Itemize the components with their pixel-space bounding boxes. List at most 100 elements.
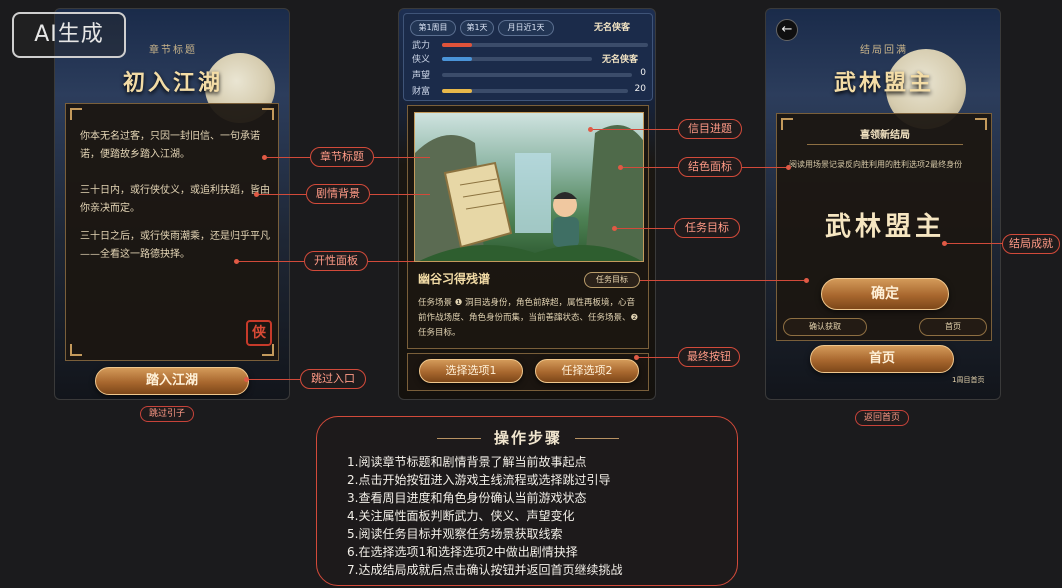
callout-ending-achievement: 结局成就 [1002, 234, 1060, 254]
scene-title: 幽谷习得残谱 [418, 272, 491, 286]
leader-line [614, 228, 674, 229]
scene-art [415, 125, 643, 261]
story-panel: 你本无名过客，只因一封旧信、一句承诺诺，便踏故乡踏入江湖。 三十日内，或行侠仗义… [65, 103, 279, 361]
round-home-label: 1周目首页 [952, 376, 985, 384]
stat-bar-reputation [442, 73, 632, 77]
leader-dot [634, 355, 639, 360]
status-header: 第1周目 第1天 月日近1天 无名侠客 武力 侠义 无名侠客 声望 0 财富 2… [403, 13, 653, 101]
corner-ornament [262, 108, 274, 120]
callout-story-background: 剧情背景 [306, 184, 370, 204]
leader-line [944, 243, 1004, 244]
leader-line [636, 357, 678, 358]
step-item-4: 4.关注属性面板判断武力、侠义、声望变化 [347, 509, 575, 523]
stat-fill-force [442, 43, 472, 47]
steps-title-rule-right [575, 438, 619, 439]
story-paragraph-1: 你本无名过客，只因一封旧信、一句承诺诺，便踏故乡踏入江湖。 [80, 131, 260, 160]
stat-value-chivalry: 无名侠客 [602, 55, 639, 65]
skip-intro-label[interactable]: 跳过引子 [140, 406, 194, 422]
step-item-3: 3.查看周目进度和角色身份确认当前游戏状态 [347, 491, 587, 505]
leader-dot [262, 155, 267, 160]
leader-dot [612, 226, 617, 231]
start-button[interactable]: 踏入江湖 [95, 367, 249, 395]
story-paragraph-3: 三十日之后，或行侠雨潮乘，还是归乎平凡——全看这一路德抉择。 [80, 231, 270, 260]
step-item-7: 7.达成结局成就后点击确认按钮并返回首页继续挑战 [347, 563, 623, 577]
callout-skip-entry: 跳过入口 [300, 369, 366, 389]
corner-ornament [70, 344, 82, 356]
scene-illustration [414, 112, 644, 262]
ai-generated-watermark: AI生成 [12, 12, 126, 58]
task-target-badge[interactable]: 任务目标 [584, 272, 640, 288]
choice-2-button[interactable]: 任择选项2 [535, 359, 639, 383]
stat-value-wealth: 20 [634, 84, 646, 94]
leader-line [374, 157, 430, 158]
steps-list: 1.阅读章节标题和剧情背景了解当前故事起点 2.点击开始按钮进入游戏主线流程或选… [347, 453, 727, 579]
leader-dot [618, 165, 623, 170]
leader-line [368, 261, 414, 262]
ending-section-label: 结局回满 [860, 45, 908, 56]
callout-chapter-title: 章节标题 [310, 147, 374, 167]
callout-attribute-panel: 开性面板 [304, 251, 368, 271]
back-button[interactable]: ← [776, 19, 798, 41]
identity-label: 无名侠客 [594, 23, 631, 33]
stat-label-wealth: 财富 [412, 87, 431, 97]
ending-name: 武林盟主 [824, 212, 945, 242]
ending-screen: ← 结局回满 武林盟主 喜领新结局 阅读用场景记录反向胜利用的胜利选项2最终身份… [765, 8, 1001, 400]
leader-dot [942, 241, 947, 246]
leader-line [264, 157, 310, 158]
ending-description: 阅读用场景记录反向胜利用的胜利选项2最终身份 [789, 160, 963, 169]
leader-dot [244, 377, 249, 382]
return-home-label[interactable]: 返回首页 [855, 410, 909, 426]
home-button[interactable]: 首页 [810, 345, 954, 373]
step-item-2: 2.点击开始按钮进入游戏主线流程或选择跳过引导 [347, 473, 611, 487]
ending-header-rule [807, 144, 963, 145]
stat-label-force: 武力 [412, 41, 431, 51]
leader-line [640, 280, 806, 281]
ending-title: 武林盟主 [833, 70, 934, 96]
stat-bar-wealth [442, 89, 628, 93]
step-item-6: 6.在选择选项1和选择选项2中做出剧情抉择 [347, 545, 578, 559]
round-chip: 第1周目 [410, 20, 456, 36]
confirm-collect-button[interactable]: 确认获取 [783, 318, 867, 336]
home-small-button[interactable]: 首页 [919, 318, 987, 336]
leader-line [256, 194, 306, 195]
stat-fill-wealth [442, 89, 472, 93]
chapter-title: 初入江湖 [122, 70, 223, 96]
corner-ornament [70, 108, 82, 120]
scene-description: 任务场景 ❶ 洞目选身份，角色前辞超，属性再板境，心音前作战场度、角色身份而集，… [418, 298, 639, 338]
stat-bar-force [442, 43, 648, 47]
callout-final-button: 最终按钮 [678, 347, 740, 367]
leader-line [590, 129, 678, 130]
step-item-5: 5.阅读任务目标并观察任务场景获取线索 [347, 527, 563, 541]
callout-task-target: 任务目标 [674, 218, 740, 238]
stat-label-reputation: 声望 [412, 71, 431, 81]
steps-box: 操作步骤 1.阅读章节标题和剧情背景了解当前故事起点 2.点击开始按钮进入游戏主… [316, 416, 738, 586]
choice-1-button[interactable]: 选择选项1 [419, 359, 523, 383]
leader-dot [234, 259, 239, 264]
leader-line [236, 261, 304, 262]
stat-value-reputation: 0 [640, 68, 646, 78]
leader-dot [254, 192, 259, 197]
day-chip: 第1天 [460, 20, 494, 36]
story-paragraph-2: 三十日内，或行侠仗义，或追利扶蹈，皆由你亲决而定。 [80, 185, 270, 214]
ending-panel-header: 喜领新结局 [860, 130, 910, 141]
leader-dot [786, 165, 791, 170]
steps-title: 操作步骤 [493, 429, 562, 447]
leader-dot [804, 278, 809, 283]
callout-role-panel: 结色面标 [678, 157, 742, 177]
confirm-button[interactable]: 确定 [821, 278, 949, 310]
callout-info-progress: 信目进题 [678, 119, 742, 139]
leader-line [370, 194, 430, 195]
leader-line [620, 167, 678, 168]
leader-line [742, 167, 788, 168]
intro-screen: 章节标题 初入江湖 你本无名过客，只因一封旧信、一句承诺诺，便踏故乡踏入江湖。 … [54, 8, 290, 400]
step-item-1: 1.阅读章节标题和剧情背景了解当前故事起点 [347, 455, 587, 469]
stat-fill-chivalry [442, 57, 472, 61]
ending-panel: 喜领新结局 阅读用场景记录反向胜利用的胜利选项2最终身份 武林盟主 确定 确认获… [776, 113, 992, 341]
days-left-chip: 月日近1天 [498, 20, 554, 36]
stat-label-chivalry: 侠义 [412, 55, 431, 65]
leader-line [246, 379, 300, 380]
xia-seal: 侠 [246, 320, 272, 346]
back-arrow-icon: ← [781, 22, 793, 37]
gameplay-screen: 第1周目 第1天 月日近1天 无名侠客 武力 侠义 无名侠客 声望 0 财富 2… [398, 8, 656, 400]
leader-dot [588, 127, 593, 132]
